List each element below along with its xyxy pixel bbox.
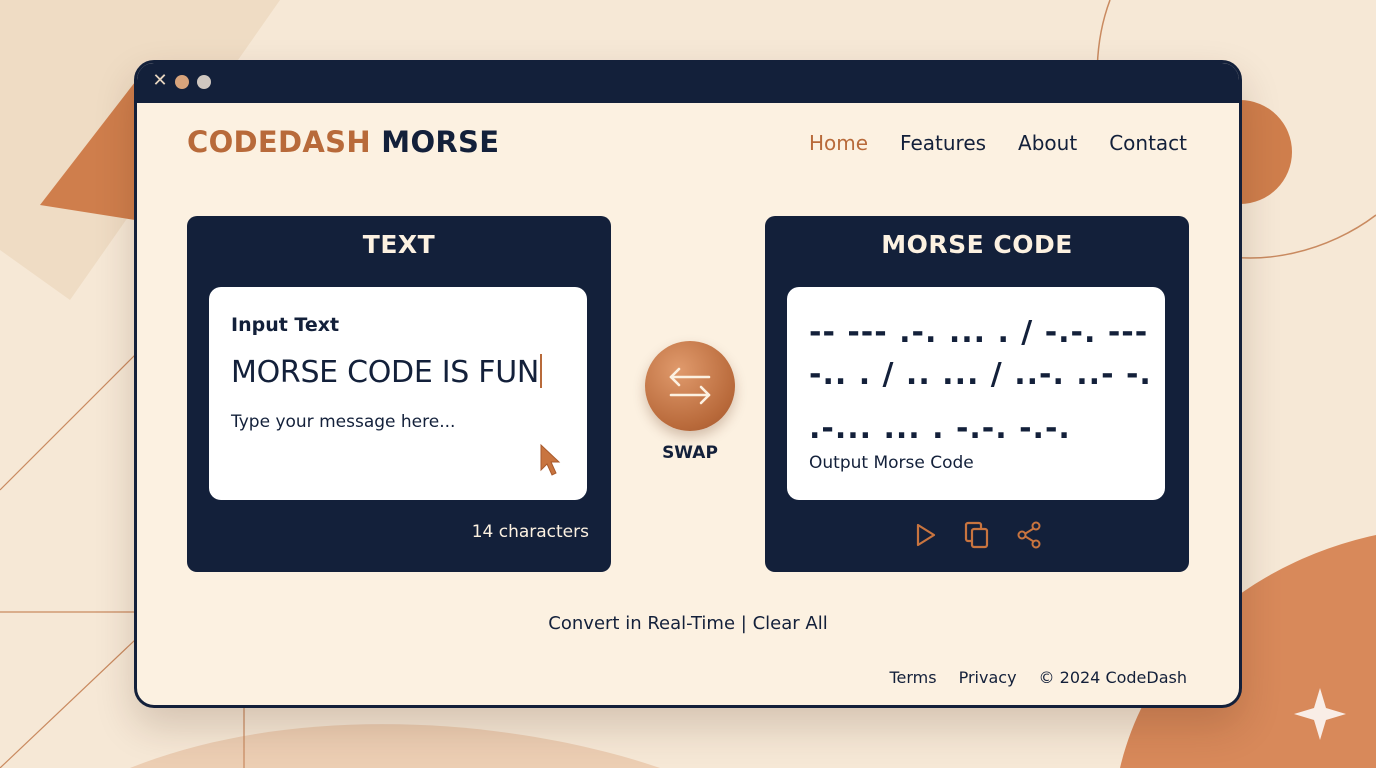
privacy-link[interactable]: Privacy: [959, 668, 1017, 687]
clear-all-button[interactable]: Clear All: [753, 613, 828, 634]
brand-part-codedash: CODEDASH: [187, 125, 371, 159]
morse-output-line: -- --- .-. ... . / -.-. ---: [809, 315, 1149, 350]
input-placeholder: Type your message here...: [231, 412, 456, 432]
morse-panel-title: MORSE CODE: [881, 230, 1073, 259]
realtime-toggle[interactable]: Convert in Real-Time: [548, 613, 735, 634]
app-window: ✕ CODEDASH MORSE Home Features About Con…: [134, 60, 1242, 708]
footer-links: Terms Privacy © 2024 CodeDash: [889, 668, 1187, 687]
share-icon[interactable]: [1014, 520, 1044, 550]
text-input-area[interactable]: Input Text MORSE CODE IS FUN Type your m…: [209, 287, 587, 500]
output-morse-label: Output Morse Code: [809, 453, 974, 473]
window-titlebar: ✕: [137, 63, 1239, 103]
nav-about[interactable]: About: [1018, 131, 1077, 155]
close-window-icon[interactable]: ✕: [151, 72, 169, 90]
play-icon[interactable]: [910, 520, 940, 550]
main-nav: Home Features About Contact: [809, 131, 1187, 155]
input-text-value[interactable]: MORSE CODE IS FUN: [231, 354, 543, 390]
copyright-text: © 2024 CodeDash: [1038, 668, 1187, 687]
input-text-content: MORSE CODE IS FUN: [231, 355, 540, 390]
input-text-label: Input Text: [231, 314, 340, 336]
brand-part-morse: MORSE: [381, 125, 500, 159]
morse-output-line: -.. . / .. ... / ..-. ..- -.: [809, 357, 1152, 392]
morse-output-area: -- --- .-. ... . / -.-. --- -.. . / .. .…: [787, 287, 1165, 500]
swap-arrows-icon: [669, 367, 711, 405]
swap-button[interactable]: [645, 341, 735, 431]
output-actions: [765, 520, 1189, 550]
copy-icon[interactable]: [962, 520, 992, 550]
terms-link[interactable]: Terms: [889, 668, 936, 687]
morse-output-line: .-... ... . -.-. -.-.: [809, 411, 1071, 446]
nav-features[interactable]: Features: [900, 131, 986, 155]
text-panel: TEXT Input Text MORSE CODE IS FUN Type y…: [187, 216, 611, 572]
brand-logo[interactable]: CODEDASH MORSE: [187, 125, 499, 159]
character-count: 14 characters: [471, 522, 589, 542]
footer-separator: |: [740, 613, 747, 634]
footer-actions: Convert in Real-Time | Clear All: [137, 613, 1239, 634]
morse-panel: MORSE CODE -- --- .-. ... . / -.-. --- -…: [765, 216, 1189, 572]
text-panel-title: TEXT: [362, 230, 436, 259]
maximize-window-button[interactable]: [197, 75, 211, 89]
nav-contact[interactable]: Contact: [1109, 131, 1187, 155]
text-caret: [540, 354, 543, 388]
mouse-pointer-icon: [540, 443, 561, 476]
swap-label: SWAP: [662, 443, 718, 463]
minimize-window-button[interactable]: [175, 75, 189, 89]
nav-home[interactable]: Home: [809, 131, 868, 155]
